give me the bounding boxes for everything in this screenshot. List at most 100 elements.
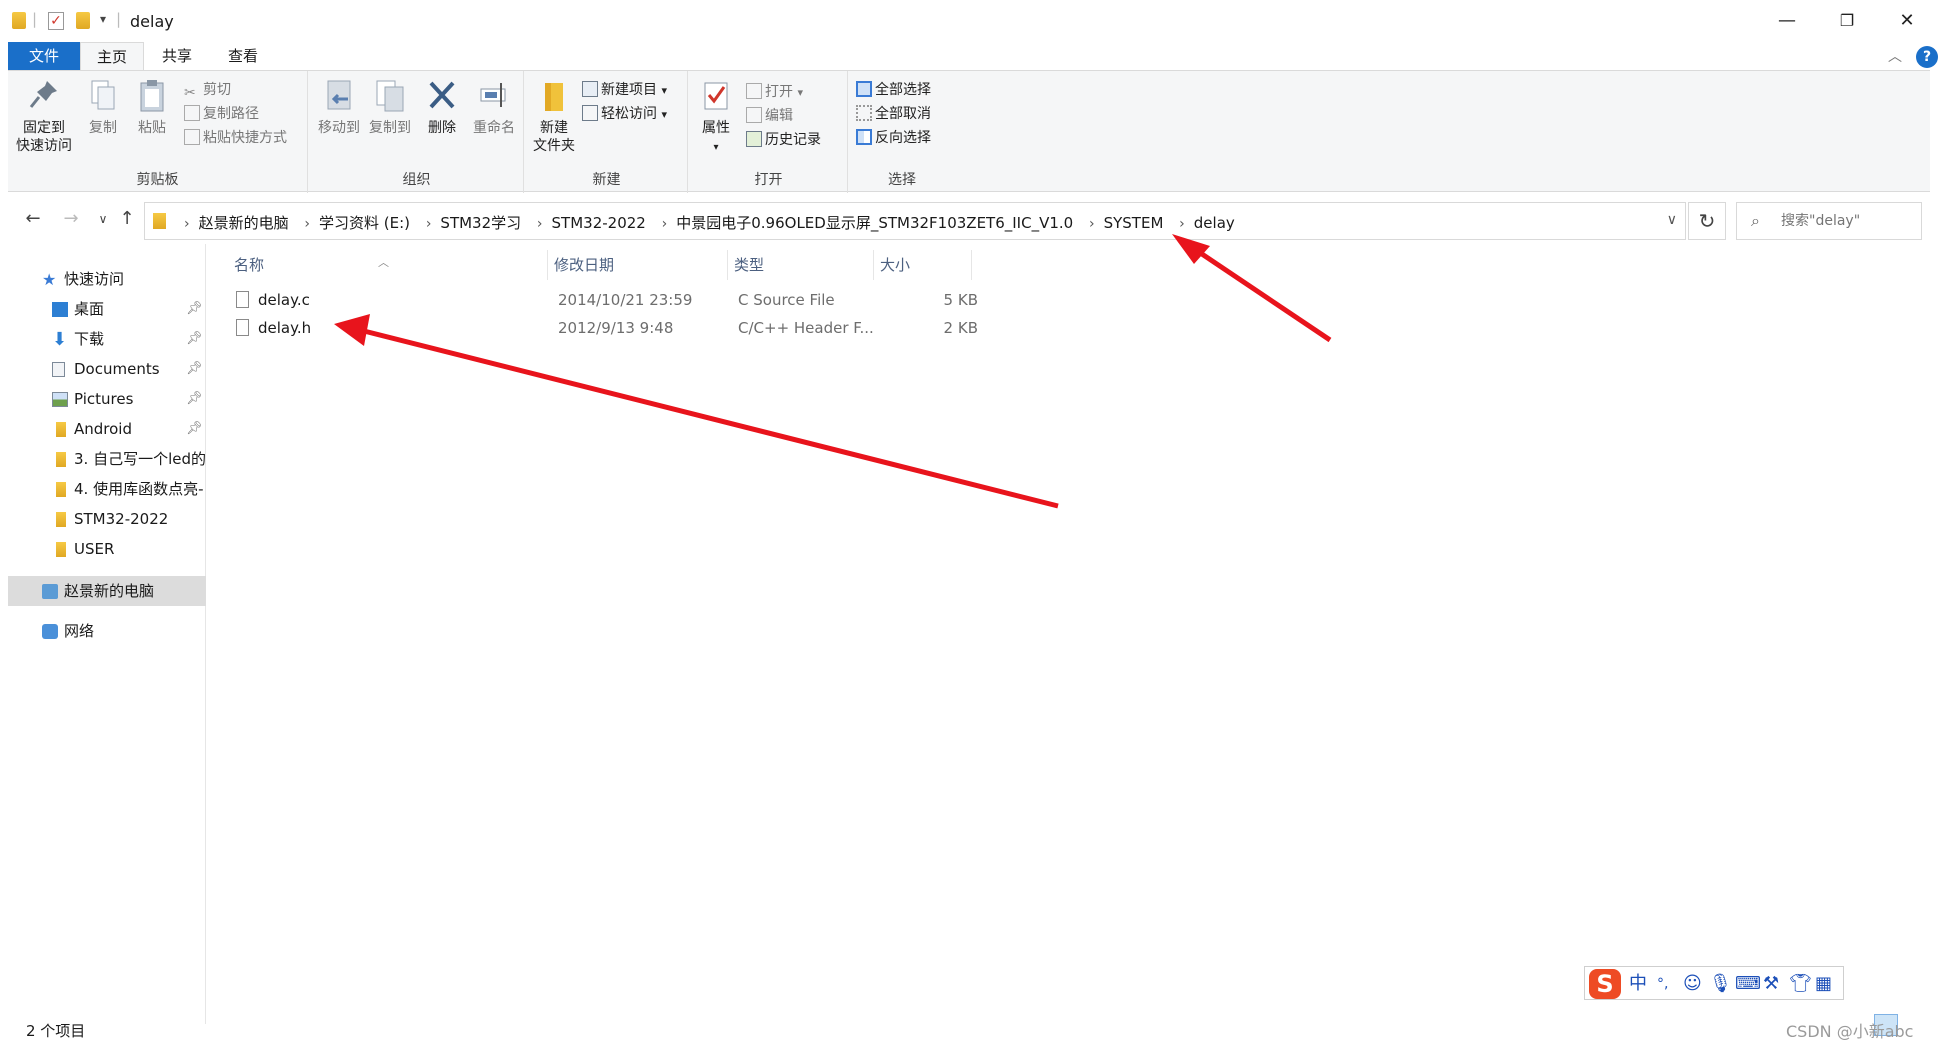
recent-locations-chevron-icon[interactable]: ∨ — [90, 206, 116, 232]
sidebar-item-android[interactable]: Android 📌︎ — [8, 414, 206, 444]
skin-icon[interactable]: 👕︎ — [1789, 971, 1812, 997]
column-header-name[interactable]: 名称 ︿ — [228, 250, 548, 280]
copy-to-button[interactable]: 复制到 — [366, 77, 414, 137]
breadcrumb-separator-icon[interactable]: › — [537, 216, 543, 232]
refresh-icon[interactable]: ↻ — [1688, 202, 1726, 240]
collapse-ribbon-icon[interactable]: ︿ — [1888, 46, 1902, 66]
column-header-size[interactable]: 大小 — [874, 250, 972, 280]
breadcrumb-separator-icon[interactable]: › — [662, 216, 668, 232]
navigation-pane: ★ 快速访问 桌面 📌︎ ⬇ 下载 📌︎ Documents 📌︎ Pictur… — [8, 244, 206, 1024]
sogou-logo-icon[interactable]: S — [1589, 969, 1621, 999]
copy-path-button[interactable]: 复制路径 — [184, 103, 259, 123]
properties-button[interactable]: 属性 ▾ — [694, 77, 738, 157]
new-folder-quick-icon[interactable] — [76, 12, 90, 29]
address-bar[interactable]: › 赵景新的电脑 › 学习资料 (E:) › STM32学习 › STM32-2022 … — [144, 202, 1686, 240]
close-button[interactable]: ✕ — [1892, 8, 1922, 34]
sidebar-item-folder-4[interactable]: 4. 使用库函数点亮- — [8, 474, 206, 504]
table-row[interactable]: delay.c 2014/10/21 23:59 C Source File 5… — [228, 286, 988, 314]
sidebar-item-user[interactable]: USER — [8, 534, 206, 564]
paste-shortcut-button[interactable]: 粘贴快捷方式 — [184, 127, 287, 147]
easy-access-icon — [582, 105, 598, 121]
tab-view[interactable]: 查看 — [210, 42, 276, 70]
pin-icon[interactable]: 📌︎ — [186, 324, 203, 354]
crumb-stm32-study[interactable]: STM32学习 — [440, 212, 521, 233]
crumb-stm32-2022[interactable]: STM32-2022 — [552, 214, 646, 232]
easy-access-dropdown[interactable]: 轻松访问 ▾ — [582, 103, 667, 123]
crumb-delay[interactable]: delay — [1194, 214, 1235, 232]
breadcrumb-separator-icon[interactable]: › — [1179, 216, 1185, 232]
group-new: 新建 文件夹 新建项目 ▾ 轻松访问 ▾ 新建 — [526, 71, 688, 193]
ime-mode-toggle[interactable]: 中 — [1629, 971, 1647, 997]
sidebar-item-quick-access[interactable]: ★ 快速访问 — [8, 264, 206, 294]
minimize-button[interactable]: — — [1772, 8, 1802, 34]
tab-file[interactable]: 文件 — [8, 42, 80, 70]
crumb-oled-project[interactable]: 中景园电子0.96OLED显示屏_STM32F103ZET6_IIC_V1.0 — [676, 212, 1073, 233]
properties-quick-icon[interactable]: ✓ — [48, 12, 64, 30]
search-input[interactable] — [1781, 209, 1915, 233]
microphone-icon[interactable]: 🎙︎ — [1709, 971, 1732, 997]
select-none-icon — [856, 105, 872, 121]
new-item-dropdown[interactable]: 新建项目 ▾ — [582, 79, 667, 99]
pin-icon[interactable]: 📌︎ — [186, 354, 203, 384]
document-icon — [52, 362, 65, 377]
copy-path-icon — [184, 105, 200, 121]
chevron-down-icon[interactable]: ∨ — [1667, 212, 1677, 228]
help-icon[interactable]: ? — [1916, 46, 1938, 68]
select-none-button[interactable]: 全部取消 — [856, 103, 931, 123]
crumb-drive-e[interactable]: 学习资料 (E:) — [319, 212, 410, 233]
delete-label: 删除 — [428, 120, 456, 136]
paste-shortcut-icon — [184, 129, 200, 145]
sidebar-item-pictures[interactable]: Pictures 📌︎ — [8, 384, 206, 414]
forward-arrow-icon[interactable]: → — [58, 206, 84, 232]
ime-punctuation-toggle[interactable]: °, — [1657, 971, 1668, 997]
crumb-system[interactable]: SYSTEM — [1104, 214, 1164, 232]
tab-home[interactable]: 主页 — [80, 42, 144, 70]
pin-icon[interactable]: 📌︎ — [186, 414, 203, 444]
select-all-button[interactable]: 全部选择 — [856, 79, 931, 99]
new-folder-button[interactable]: 新建 文件夹 — [530, 77, 578, 155]
emoji-icon[interactable]: ☺ — [1683, 971, 1702, 997]
search-box[interactable]: ⌕ — [1736, 202, 1922, 240]
delete-button[interactable]: 删除 — [420, 77, 464, 137]
toolbox-icon[interactable]: ⚒ — [1763, 971, 1779, 997]
menu-grid-icon[interactable]: ▦ — [1815, 971, 1832, 997]
sidebar-item-folder-3[interactable]: 3. 自己写一个led的 — [8, 444, 206, 474]
pin-icon[interactable]: 📌︎ — [186, 384, 203, 414]
pin-quick-access-button[interactable]: 固定到 快速访问 — [12, 77, 76, 155]
paste-button[interactable]: 粘贴 — [130, 77, 174, 137]
crumb-this-pc[interactable]: 赵景新的电脑 — [199, 212, 289, 233]
invert-selection-button[interactable]: 反向选择 — [856, 127, 931, 147]
open-dropdown[interactable]: 打开 ▾ — [746, 81, 803, 101]
breadcrumb-separator-icon[interactable]: › — [184, 216, 190, 232]
sidebar-item-desktop[interactable]: 桌面 📌︎ — [8, 294, 206, 324]
move-to-button[interactable]: 移动到 — [316, 77, 362, 137]
sidebar-item-stm32-2022[interactable]: STM32-2022 — [8, 504, 206, 534]
customize-toolbar-dropdown-icon[interactable]: ▾ — [100, 12, 106, 32]
table-row[interactable]: delay.h 2012/9/13 9:48 C/C++ Header F...… — [228, 314, 988, 342]
keyboard-icon[interactable]: ⌨ — [1735, 971, 1761, 997]
sidebar-item-downloads[interactable]: ⬇ 下载 📌︎ — [8, 324, 206, 354]
tab-share[interactable]: 共享 — [146, 42, 208, 70]
pin-icon[interactable]: 📌︎ — [186, 294, 203, 324]
move-to-label: 移动到 — [318, 120, 360, 136]
maximize-button[interactable]: ❐ — [1832, 8, 1862, 34]
column-header-type[interactable]: 类型 — [728, 250, 874, 280]
breadcrumb-separator-icon[interactable]: › — [304, 216, 310, 232]
cut-button[interactable]: ✂ 剪切 — [184, 79, 231, 101]
back-arrow-icon[interactable]: ← — [20, 206, 46, 232]
sidebar-item-documents[interactable]: Documents 📌︎ — [8, 354, 206, 384]
edit-button[interactable]: 编辑 — [746, 105, 793, 125]
up-arrow-icon[interactable]: ↑ — [114, 206, 140, 232]
copy-button[interactable]: 复制 — [80, 77, 126, 137]
pictures-icon — [52, 392, 68, 407]
sidebar-item-network[interactable]: 网络 — [8, 616, 206, 646]
rename-button[interactable]: 重命名 — [468, 77, 520, 137]
folder-icon — [12, 12, 26, 29]
column-header-date[interactable]: 修改日期 — [548, 250, 728, 280]
folder-icon — [56, 512, 66, 527]
history-button[interactable]: 历史记录 — [746, 129, 821, 149]
sidebar-item-this-pc[interactable]: 赵景新的电脑 — [8, 576, 206, 606]
breadcrumb-separator-icon[interactable]: › — [1089, 216, 1095, 232]
breadcrumb-separator-icon[interactable]: › — [426, 216, 432, 232]
watermark: CSDN @小新abc — [1786, 1022, 1914, 1041]
